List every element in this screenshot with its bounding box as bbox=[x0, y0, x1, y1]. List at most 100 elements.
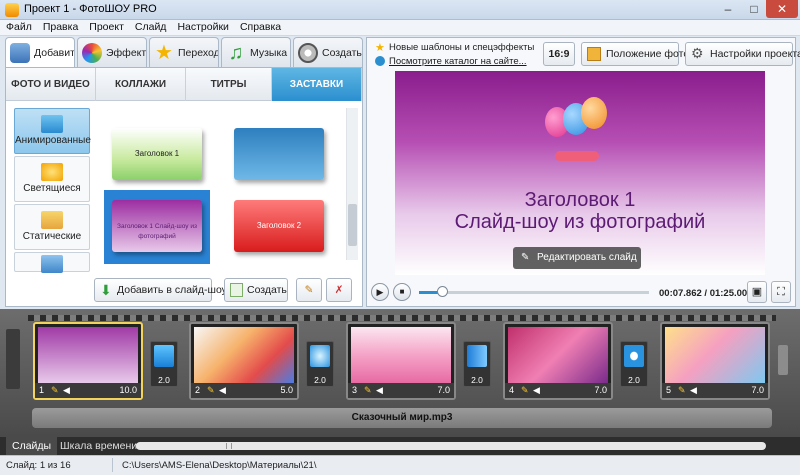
sound-icon: ◀ bbox=[63, 385, 70, 395]
balloons-image bbox=[545, 97, 607, 171]
catalog-link[interactable]: Посмотрите каталог на сайте... bbox=[389, 56, 527, 67]
menu-bar: Файл Правка Проект Слайд Настройки Справка bbox=[0, 20, 800, 36]
tab-create[interactable]: Создать bbox=[293, 37, 363, 67]
time-display: 00:07.862 / 01:25.000 bbox=[659, 288, 753, 299]
slide-preview[interactable]: Заголовок 1 Слайд-шоу из фотографий ✎ Ред… bbox=[395, 71, 765, 275]
globe-icon bbox=[375, 56, 385, 66]
transition[interactable]: 2.0 bbox=[620, 341, 648, 387]
stop-button[interactable]: ■ bbox=[393, 283, 411, 301]
play-icon: ▶ bbox=[376, 287, 384, 297]
subtab-intros[interactable]: ЗАСТАВКИ bbox=[272, 68, 362, 101]
photo-position-button[interactable]: Положение фото bbox=[581, 42, 689, 66]
fullscreen-icon: ⛶ bbox=[777, 286, 785, 298]
aspect-ratio-button[interactable]: 16:9 bbox=[543, 42, 575, 66]
audio-track[interactable]: Сказочный мир.mp3 bbox=[32, 408, 772, 428]
more-category-icon bbox=[41, 255, 63, 273]
template-title-green[interactable]: Заголовок 1 bbox=[112, 128, 202, 180]
menu-slide[interactable]: Слайд bbox=[129, 20, 172, 33]
menu-edit[interactable]: Правка bbox=[37, 20, 83, 33]
slide-thumbnail bbox=[38, 327, 138, 383]
window-title: Проект 1 - ФотоШОУ PRO bbox=[24, 3, 157, 15]
slide-thumbnail bbox=[508, 327, 608, 383]
timeline-scrollbar[interactable] bbox=[136, 442, 766, 450]
category-glowing[interactable]: Светящиеся bbox=[14, 156, 90, 202]
tab-add[interactable]: Добавить bbox=[5, 37, 75, 68]
slide-thumbnail bbox=[665, 327, 765, 383]
scroll-thumb[interactable] bbox=[348, 204, 357, 246]
star-icon: ★ bbox=[375, 42, 385, 54]
create-button[interactable]: Создать bbox=[224, 278, 288, 302]
template-scrollbar[interactable] bbox=[346, 108, 358, 260]
app-icon bbox=[5, 3, 19, 17]
sound-icon: ◀ bbox=[219, 385, 226, 395]
scroll-left[interactable] bbox=[6, 329, 20, 389]
subtab-photo-video[interactable]: ФОТО И ВИДЕО bbox=[6, 68, 96, 101]
title-bar: Проект 1 - ФотоШОУ PRO – □ ✕ bbox=[0, 0, 800, 20]
timeline-slide[interactable]: 2 ✎ ◀ 5.0 bbox=[189, 322, 299, 400]
tab-timeline[interactable]: Шкала времени bbox=[54, 437, 143, 455]
play-button[interactable]: ▶ bbox=[371, 283, 389, 301]
pencil-icon: ✎ bbox=[304, 284, 314, 296]
slide-counter: Слайд: 1 из 16 bbox=[6, 460, 71, 471]
tab-transitions[interactable]: ★Переходы bbox=[149, 37, 219, 67]
add-files-icon bbox=[10, 43, 30, 63]
menu-project[interactable]: Проект bbox=[83, 20, 129, 33]
add-to-slideshow-button[interactable]: ⬇ Добавить в слайд-шоу bbox=[94, 278, 227, 302]
fullscreen-button[interactable]: ⛶ bbox=[771, 281, 791, 303]
transition[interactable]: 2.0 bbox=[306, 341, 334, 387]
tab-slides[interactable]: Слайды bbox=[6, 437, 58, 455]
menu-file[interactable]: Файл bbox=[0, 20, 37, 33]
seek-bar[interactable] bbox=[419, 291, 649, 294]
transition-icon bbox=[467, 345, 487, 367]
camera-icon: ▣ bbox=[751, 286, 763, 298]
timeline-slide[interactable]: 1 ✎ ◀ 10.0 bbox=[33, 322, 143, 400]
palette-icon bbox=[82, 43, 102, 63]
template-selected-purple[interactable]: Заголовок 1 Слайд-шоу из фотографий bbox=[112, 200, 202, 252]
category-animated[interactable]: Анимированные bbox=[14, 108, 91, 154]
edit-icon: ✎ bbox=[364, 385, 372, 395]
glow-icon bbox=[41, 163, 63, 181]
menu-settings[interactable]: Настройки bbox=[171, 20, 234, 33]
status-bar: Слайд: 1 из 16 C:\Users\AMS-Elena\Deskto… bbox=[0, 455, 800, 475]
transition[interactable]: 2.0 bbox=[463, 341, 491, 387]
preview-panel: ★ Новые шаблоны и спецэффекты Посмотрите… bbox=[366, 37, 800, 307]
seek-handle[interactable] bbox=[437, 286, 448, 297]
templates-panel: ФОТО И ВИДЕО КОЛЛАЖИ ТИТРЫ ЗАСТАВКИ Аним… bbox=[5, 67, 363, 307]
bottom-tabs: Слайды Шкала времени bbox=[0, 437, 800, 455]
disc-icon bbox=[298, 43, 318, 63]
slide-thumbnail bbox=[351, 327, 451, 383]
filmstrip-top bbox=[28, 315, 776, 321]
scroll-grip[interactable] bbox=[226, 443, 232, 449]
transition-icon bbox=[310, 345, 330, 367]
close-icon[interactable]: ✕ bbox=[766, 0, 798, 18]
edit-template-button[interactable]: ✎ bbox=[296, 278, 322, 302]
edit-slide-button[interactable]: ✎ Редактировать слайд bbox=[513, 247, 641, 269]
timeline-slide[interactable]: 3 ✎ ◀ 7.0 bbox=[346, 322, 456, 400]
timeline-slide[interactable]: 5 ✎ ◀ 7.0 bbox=[660, 322, 770, 400]
project-settings-button[interactable]: ⚙ Настройки проекта bbox=[685, 42, 800, 66]
menu-help[interactable]: Справка bbox=[234, 20, 286, 33]
pencil-icon: ✎ bbox=[521, 252, 530, 263]
subtabs: ФОТО И ВИДЕО КОЛЛАЖИ ТИТРЫ ЗАСТАВКИ bbox=[6, 68, 362, 101]
transition[interactable]: 2.0 bbox=[150, 341, 178, 387]
tab-music[interactable]: ♫ Музыка bbox=[221, 37, 291, 67]
tab-effects[interactable]: Эффекты bbox=[77, 37, 147, 67]
subtab-titles[interactable]: ТИТРЫ bbox=[186, 68, 272, 101]
timeline-slide[interactable]: 4 ✎ ◀ 7.0 bbox=[503, 322, 613, 400]
down-arrow-icon: ⬇ bbox=[100, 282, 112, 298]
maximize-icon[interactable]: □ bbox=[742, 0, 766, 18]
category-static[interactable]: Статические bbox=[14, 204, 90, 250]
minimize-icon[interactable]: – bbox=[716, 0, 740, 18]
photo-icon bbox=[587, 47, 601, 61]
preview-title: Заголовок 1 bbox=[524, 189, 636, 211]
subtab-collages[interactable]: КОЛЛАЖИ bbox=[96, 68, 186, 101]
template-title-red[interactable]: Заголовок 2 bbox=[234, 200, 324, 252]
edit-icon: ✎ bbox=[207, 385, 215, 395]
template-blue-flowers[interactable] bbox=[234, 128, 324, 180]
news-text: Новые шаблоны и спецэффекты bbox=[389, 42, 535, 53]
category-more[interactable] bbox=[14, 252, 90, 273]
sound-icon: ◀ bbox=[533, 385, 540, 395]
delete-template-button[interactable]: ✗ bbox=[326, 278, 352, 302]
scroll-right[interactable] bbox=[778, 345, 788, 375]
snapshot-button[interactable]: ▣ bbox=[747, 281, 767, 303]
